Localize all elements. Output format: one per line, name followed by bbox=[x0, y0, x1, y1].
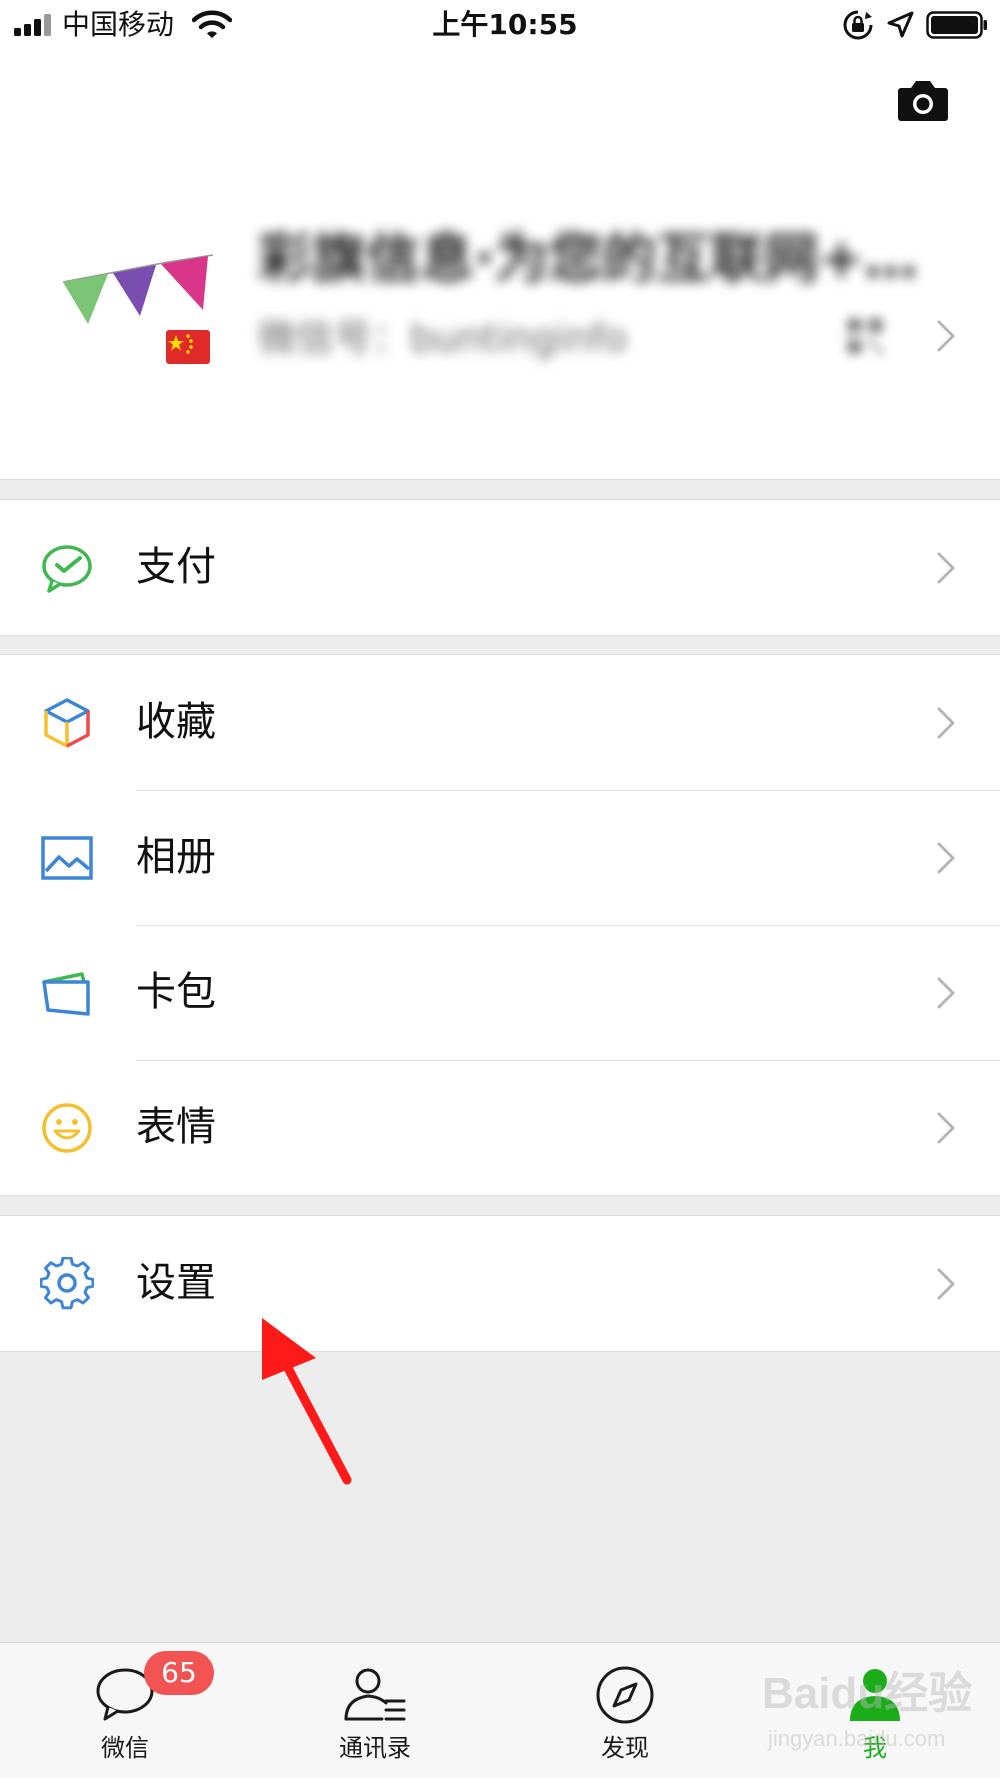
baidu-watermark: Baidu经验 jingyan.baidu.com bbox=[762, 1660, 992, 1770]
chevron-right-icon bbox=[937, 320, 955, 352]
contacts-icon bbox=[344, 1668, 406, 1721]
chevron-right-icon bbox=[937, 977, 955, 1009]
menu-item-favorites[interactable]: 收藏 bbox=[0, 655, 1000, 790]
compass-icon bbox=[596, 1666, 654, 1724]
pay-group: 支付 bbox=[0, 499, 1000, 636]
menu-item-cards[interactable]: 卡包 bbox=[0, 925, 1000, 1060]
menu-item-album[interactable]: 相册 bbox=[0, 790, 1000, 925]
tab-discover[interactable]: 发现 bbox=[500, 1643, 750, 1778]
profile-wechat-id: 微信号：buntinginfo bbox=[258, 316, 628, 360]
tab-label-chats: 微信 bbox=[101, 1734, 149, 1762]
camera-icon[interactable] bbox=[897, 78, 949, 124]
cube-icon bbox=[44, 698, 90, 748]
annotation-arrow bbox=[262, 1318, 352, 1485]
menu-label-album: 相册 bbox=[136, 834, 216, 880]
tab-chats[interactable]: 65 微信 bbox=[0, 1643, 250, 1778]
menu-label-favorites: 收藏 bbox=[136, 699, 216, 745]
menu-label-stickers: 表情 bbox=[136, 1104, 216, 1150]
tab-label-discover: 发现 bbox=[601, 1734, 649, 1762]
card-wallet-icon bbox=[42, 972, 90, 1016]
chevron-right-icon bbox=[937, 707, 955, 739]
menu-item-settings[interactable]: 设置 bbox=[0, 1216, 1000, 1351]
picture-icon bbox=[41, 836, 93, 880]
menu-item-pay[interactable]: 支付 bbox=[0, 500, 1000, 635]
menu-label-pay: 支付 bbox=[136, 544, 216, 590]
status-bar: 中国移动 上午10:55 bbox=[0, 0, 1000, 50]
gear-icon bbox=[40, 1257, 94, 1310]
rotation-lock-icon bbox=[843, 10, 873, 40]
settings-group: 设置 bbox=[0, 1215, 1000, 1352]
watermark-url: jingyan.baidu.com bbox=[768, 1726, 946, 1751]
china-flag-icon bbox=[166, 330, 210, 364]
profile-name: 彩旗信息·为您的互联网+… bbox=[258, 227, 918, 290]
chevron-right-icon bbox=[937, 1268, 955, 1300]
qr-code-icon[interactable] bbox=[845, 316, 885, 356]
profile-header[interactable]: 彩旗信息·为您的互联网+… 微信号：buntinginfo bbox=[0, 50, 1000, 480]
battery-icon bbox=[926, 11, 987, 39]
collection-group: 收藏 相册 卡包 表情 bbox=[0, 654, 1000, 1196]
tab-label-contacts: 通讯录 bbox=[339, 1734, 411, 1762]
location-icon bbox=[887, 11, 914, 38]
menu-item-stickers[interactable]: 表情 bbox=[0, 1060, 1000, 1195]
smiley-icon bbox=[42, 1103, 92, 1153]
wechat-pay-icon bbox=[42, 545, 92, 593]
unread-badge: 65 bbox=[144, 1651, 214, 1695]
chevron-right-icon bbox=[937, 552, 955, 584]
chevron-right-icon bbox=[937, 1112, 955, 1144]
menu-label-settings: 设置 bbox=[136, 1260, 216, 1306]
menu-label-cards: 卡包 bbox=[136, 969, 216, 1015]
tab-contacts[interactable]: 通讯录 bbox=[250, 1643, 500, 1778]
chevron-right-icon bbox=[937, 842, 955, 874]
watermark-brand: Baidu经验 bbox=[762, 1669, 973, 1718]
